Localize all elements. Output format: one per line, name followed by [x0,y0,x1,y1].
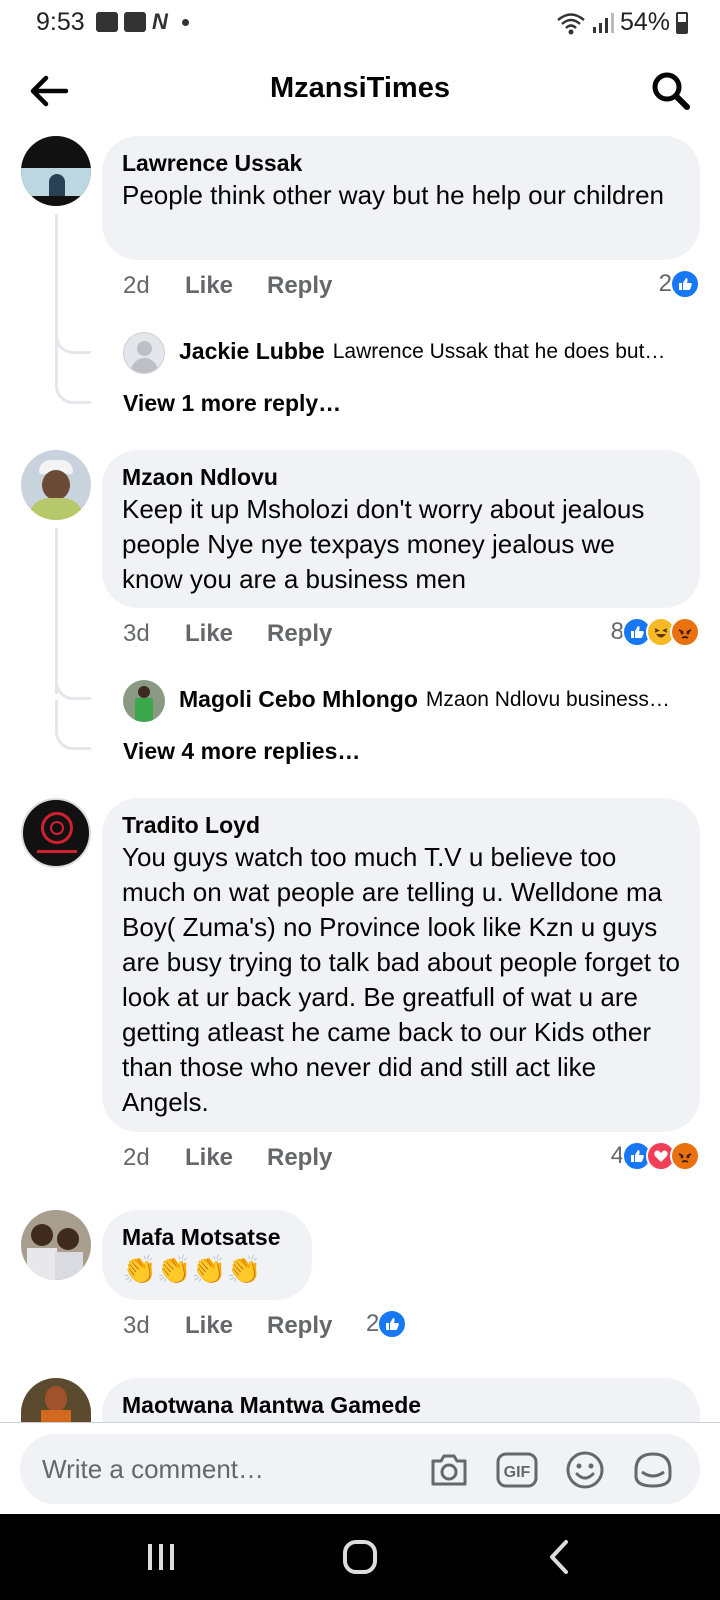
reply-text: Mzaon Ndlovu business… [425,687,670,711]
comment-input[interactable] [42,1434,422,1504]
like-reaction-icon [670,269,700,299]
emoji-icon[interactable] [564,1450,606,1490]
reply-connector [55,320,91,354]
reaction-summary[interactable]: 8 [611,617,700,647]
like-reaction-icon [377,1309,408,1339]
comment-author[interactable]: Mzaon Ndlovu [122,462,680,492]
more-notifications-icon [181,18,189,26]
signal-icon [592,12,614,33]
comment-actions: 2d Like Reply [123,1144,332,1172]
reply-button[interactable]: Reply [267,1144,332,1172]
comment-bubble[interactable]: Mzaon Ndlovu Keep it up Msholozi don't w… [102,450,700,608]
battery-icon [676,11,688,34]
reaction-summary[interactable]: 2 [659,269,700,299]
comment-composer: GIF [20,1434,700,1504]
status-right: 54% [556,8,688,37]
wifi-icon [557,12,585,34]
angry-reaction-icon [670,1141,700,1171]
avatar[interactable] [123,680,165,722]
comment-author[interactable]: Tradito Loyd [122,810,680,840]
like-button[interactable]: Like [185,272,267,300]
reaction-summary[interactable]: 4 [611,1141,700,1171]
composer-divider [0,1422,720,1423]
back-nav-icon[interactable] [536,1534,586,1580]
avatar[interactable] [123,332,165,374]
comment-actions: 3d Like Reply [123,620,332,648]
reply-connector [55,700,91,750]
comment-actions: 2d Like Reply [123,272,332,300]
comment-author[interactable]: Mafa Motsatse [122,1222,292,1252]
avatar[interactable] [21,1378,91,1422]
reply-button[interactable]: Reply [267,272,332,300]
app-header: MzansiTimes [0,48,720,134]
comment-text: You guys watch too much T.V u believe to… [122,842,680,1117]
reply-author: Jackie Lubbe [179,338,325,364]
svg-text:GIF: GIF [504,1464,531,1481]
comment-actions: 3d Like Reply [123,1312,332,1340]
comment-bubble[interactable]: Lawrence Ussak People think other way bu… [102,136,700,260]
reply-connector [55,666,91,700]
battery-percent: 54% [619,8,670,36]
reply-preview[interactable]: Jackie Lubbe Lawrence Ussak that he does… [179,338,699,365]
comment-time: 3d [123,1312,150,1339]
comment-time: 2d [123,1144,150,1171]
comment-bubble[interactable]: Tradito Loyd You guys watch too much T.V… [102,798,700,1132]
comment-time: 3d [123,620,150,647]
like-button[interactable]: Like [185,620,267,648]
avatar[interactable] [21,450,91,520]
avatar[interactable] [21,798,91,868]
search-icon[interactable] [648,68,694,114]
comment-author[interactable]: Maotwana Mantwa Gamede [122,1390,680,1420]
page-title: MzansiTimes [270,72,450,104]
comment-time: 2d [123,272,150,299]
reply-preview[interactable]: Magoli Cebo Mhlongo Mzaon Ndlovu busines… [179,686,699,713]
comment-text: People think other way but he help our c… [122,180,665,210]
recent-apps-icon[interactable] [136,1534,186,1580]
comment-text: Keep it up Msholozi don't worry about je… [122,494,645,594]
comment-text: 👏👏👏👏 [122,1254,262,1285]
reply-button[interactable]: Reply [267,1312,332,1340]
home-icon[interactable] [335,1534,385,1580]
view-more-replies[interactable]: View 1 more reply… [123,390,341,417]
n-notification-icon: N [152,9,168,34]
reply-author: Magoli Cebo Mhlongo [179,686,418,712]
like-button[interactable]: Like [185,1144,267,1172]
comment-bubble[interactable]: Mafa Motsatse 👏👏👏👏 [102,1210,312,1300]
system-nav-bar [0,1514,720,1600]
avatar[interactable] [21,1210,91,1280]
reply-text: Lawrence Ussak that he does but… [332,339,666,363]
reply-button[interactable]: Reply [267,620,332,648]
gif-icon[interactable]: GIF [496,1450,538,1490]
youtube-notification-icon [124,12,146,32]
angry-reaction-icon [670,617,700,647]
like-button[interactable]: Like [185,1312,267,1340]
notification-icons: N [96,9,189,34]
comment-bubble[interactable]: Maotwana Mantwa Gamede [102,1378,700,1422]
reply-connector [55,354,91,404]
sticker-icon[interactable] [632,1450,674,1490]
gallery-notification-icon [96,12,118,32]
reaction-summary[interactable]: 2 [366,1309,408,1339]
avatar[interactable] [21,136,91,206]
status-time: 9:53 [36,8,85,36]
view-more-replies[interactable]: View 4 more replies… [123,738,360,765]
comment-author[interactable]: Lawrence Ussak [122,148,680,178]
status-bar: 9:53 N 54% [0,0,720,48]
camera-icon[interactable] [428,1450,470,1490]
